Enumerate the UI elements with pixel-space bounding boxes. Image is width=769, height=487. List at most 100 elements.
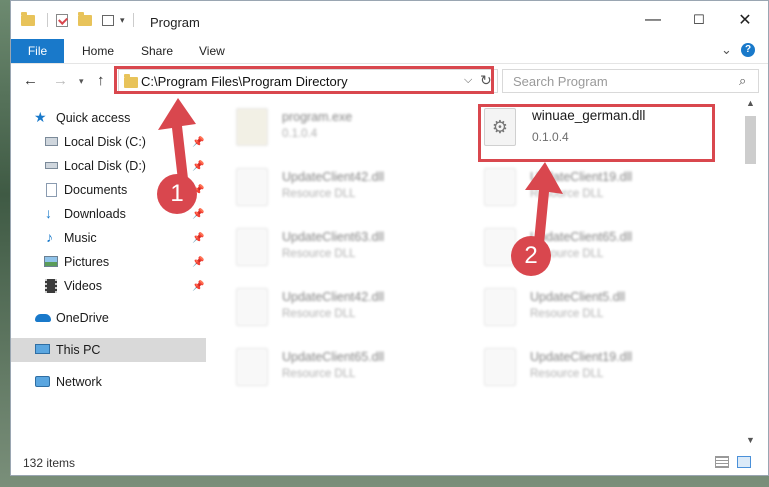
folder-icon xyxy=(21,11,35,26)
pin-icon[interactable]: 📌 xyxy=(192,209,204,220)
sidebar-item-label: Documents xyxy=(64,183,128,197)
dll-gear-icon xyxy=(236,228,268,266)
up-arrow-icon[interactable]: ↑ xyxy=(97,72,105,89)
details-view-icon[interactable] xyxy=(715,456,729,468)
file-item[interactable]: UpdateClient5.dll Resource DLL xyxy=(484,284,714,334)
exe-icon xyxy=(236,108,268,146)
scroll-up-icon[interactable]: ▲ xyxy=(746,98,755,108)
status-bar: 132 items xyxy=(11,450,768,476)
step-badge-1: 1 xyxy=(157,174,197,214)
drive-icon xyxy=(45,162,58,169)
search-input[interactable]: Search Program ⌕ xyxy=(502,69,759,93)
help-icon[interactable]: ? xyxy=(741,43,755,57)
scroll-down-icon[interactable]: ▼ xyxy=(746,435,755,445)
ribbon-tabs: File Home Share View ⌄ ? xyxy=(11,39,768,64)
file-highlight xyxy=(478,104,715,162)
close-icon: ✕ xyxy=(738,12,752,29)
pin-icon[interactable]: 📌 xyxy=(192,233,204,244)
maximize-icon: ☐ xyxy=(693,12,705,27)
sidebar-item-pictures[interactable]: Pictures 📌 xyxy=(11,250,206,274)
computer-icon xyxy=(35,344,50,354)
sidebar-item-label: OneDrive xyxy=(56,311,109,325)
videos-icon xyxy=(45,279,57,293)
sidebar-item-this-pc[interactable]: This PC xyxy=(11,338,206,362)
sidebar-item-videos[interactable]: Videos 📌 xyxy=(11,274,206,298)
pin-icon[interactable]: 📌 xyxy=(192,257,204,268)
search-icon[interactable]: ⌕ xyxy=(739,73,746,89)
close-button[interactable]: ✕ xyxy=(722,1,768,39)
tab-view[interactable]: View xyxy=(199,44,225,58)
step-badge-2: 2 xyxy=(511,236,551,276)
file-description: Resource DLL xyxy=(282,368,356,380)
file-description: Resource DLL xyxy=(282,248,356,260)
dll-gear-icon xyxy=(484,348,516,386)
dll-gear-icon xyxy=(484,168,516,206)
file-description: Resource DLL xyxy=(282,188,356,200)
new-folder-icon[interactable] xyxy=(78,11,92,26)
downloads-icon: ↓ xyxy=(45,205,52,221)
file-item[interactable]: UpdateClient42.dll Resource DLL xyxy=(236,164,466,214)
network-icon xyxy=(35,376,50,387)
music-icon: ♪ xyxy=(46,229,53,245)
file-name: UpdateClient19.dll xyxy=(530,350,633,364)
dll-gear-icon xyxy=(236,348,268,386)
title-bar: ▾ Program — ☐ ✕ xyxy=(11,1,768,39)
file-item[interactable]: UpdateClient42.dll Resource DLL xyxy=(236,284,466,334)
star-icon: ★ xyxy=(34,109,47,125)
window-title: Program xyxy=(150,15,200,30)
tab-share[interactable]: Share xyxy=(141,44,173,58)
file-item[interactable]: UpdateClient65.dll Resource DLL xyxy=(236,344,466,394)
expand-ribbon-icon[interactable]: ⌄ xyxy=(721,42,732,58)
maximize-button[interactable]: ☐ xyxy=(676,1,722,39)
vertical-scrollbar[interactable]: ▲ ▼ xyxy=(742,98,759,447)
file-name: UpdateClient63.dll xyxy=(282,230,385,244)
file-item[interactable]: program.exe 0.1.0.4 xyxy=(236,104,466,154)
divider xyxy=(132,13,134,27)
search-placeholder: Search Program xyxy=(513,74,608,89)
file-name: UpdateClient65.dll xyxy=(282,350,385,364)
file-item[interactable]: UpdateClient19.dll Resource DLL xyxy=(484,344,714,394)
minimize-icon: — xyxy=(645,11,661,28)
file-name: program.exe xyxy=(282,110,353,124)
customize-toolbar-icon[interactable] xyxy=(102,14,114,26)
drive-icon xyxy=(45,137,58,146)
back-arrow-icon[interactable]: ← xyxy=(23,72,38,89)
sidebar-item-label: Local Disk (C:) xyxy=(64,135,146,149)
file-version: 0.1.0.4 xyxy=(282,128,318,140)
address-highlight xyxy=(114,66,494,94)
sidebar-item-music[interactable]: ♪ Music 📌 xyxy=(11,226,206,250)
file-name: UpdateClient42.dll xyxy=(282,170,385,184)
recent-locations-icon[interactable]: ▾ xyxy=(79,76,84,87)
sidebar-item-onedrive[interactable]: OneDrive xyxy=(11,306,206,330)
cloud-icon xyxy=(35,314,51,322)
file-description: Resource DLL xyxy=(530,368,604,380)
dll-gear-icon xyxy=(484,288,516,326)
sidebar-item-network[interactable]: Network xyxy=(11,370,206,394)
item-count: 132 items xyxy=(23,456,76,470)
sidebar-item-label: Pictures xyxy=(64,255,110,269)
documents-icon xyxy=(46,183,57,197)
properties-icon[interactable] xyxy=(56,13,68,27)
forward-arrow-icon[interactable]: → xyxy=(53,72,68,89)
pictures-icon xyxy=(44,256,58,267)
sidebar-item-label: Videos xyxy=(64,279,102,293)
sidebar-item-label: Quick access xyxy=(56,111,131,125)
dll-gear-icon xyxy=(236,168,268,206)
file-item[interactable]: UpdateClient63.dll Resource DLL xyxy=(236,224,466,274)
large-icons-view-icon[interactable] xyxy=(737,456,751,468)
dll-gear-icon xyxy=(236,288,268,326)
minimize-button[interactable]: — xyxy=(630,1,676,39)
sidebar-item-label: Music xyxy=(64,231,97,245)
pin-icon[interactable]: 📌 xyxy=(192,281,204,292)
tab-home[interactable]: Home xyxy=(82,44,114,58)
sidebar-item-label: Network xyxy=(56,375,102,389)
quick-access-toolbar: ▾ xyxy=(21,11,134,27)
sidebar-item-label: Local Disk (D:) xyxy=(64,159,146,173)
file-description: Resource DLL xyxy=(530,308,604,320)
sidebar-item-label: Downloads xyxy=(64,207,126,221)
sidebar-item-label: This PC xyxy=(56,343,101,357)
scrollbar-thumb[interactable] xyxy=(745,116,756,164)
file-name: UpdateClient5.dll xyxy=(530,290,626,304)
tab-file[interactable]: File xyxy=(11,39,64,63)
chevron-down-icon[interactable]: ▾ xyxy=(120,15,125,26)
